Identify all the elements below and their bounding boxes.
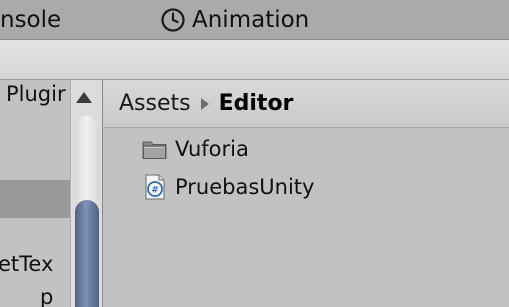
- breadcrumb: Assets Editor: [103, 80, 509, 128]
- unity-editor-window: nsole Animation Plugir etTex p Assets Ed…: [0, 0, 509, 307]
- folder-icon: [142, 141, 167, 159]
- tab-animation-label: Animation: [192, 7, 310, 33]
- tree-item-settex[interactable]: etTex: [0, 252, 53, 276]
- selected-folder-highlight[interactable]: [0, 180, 70, 218]
- asset-name: PruebasUnity: [175, 175, 315, 199]
- svg-text:#: #: [151, 186, 159, 196]
- tab-bar: nsole Animation: [0, 0, 509, 40]
- breadcrumb-assets[interactable]: Assets: [119, 91, 191, 116]
- asset-item-pruebasunity[interactable]: # PruebasUnity: [141, 170, 314, 204]
- csharp-script-icon: #: [145, 174, 165, 200]
- scroll-up-arrow-icon[interactable]: [76, 92, 92, 103]
- breadcrumb-separator-icon: [200, 97, 209, 110]
- tab-console[interactable]: nsole: [0, 5, 61, 35]
- scroll-thumb[interactable]: [75, 200, 99, 307]
- tab-console-label: nsole: [0, 7, 62, 33]
- asset-name: Vuforia: [175, 137, 249, 161]
- vertical-scrollbar[interactable]: [70, 80, 103, 307]
- project-toolbar: [0, 40, 509, 80]
- asset-list-panel: Assets Editor Vuforia # PruebasUnity: [103, 80, 509, 307]
- asset-item-vuforia[interactable]: Vuforia: [141, 132, 249, 166]
- tree-item-partial[interactable]: p: [40, 285, 53, 307]
- folder-tree-panel: Plugir etTex p: [0, 80, 70, 307]
- clock-icon: [161, 8, 185, 32]
- tree-item-plugins[interactable]: Plugir: [6, 82, 66, 106]
- tab-animation[interactable]: Animation: [160, 4, 309, 36]
- breadcrumb-editor[interactable]: Editor: [219, 91, 294, 116]
